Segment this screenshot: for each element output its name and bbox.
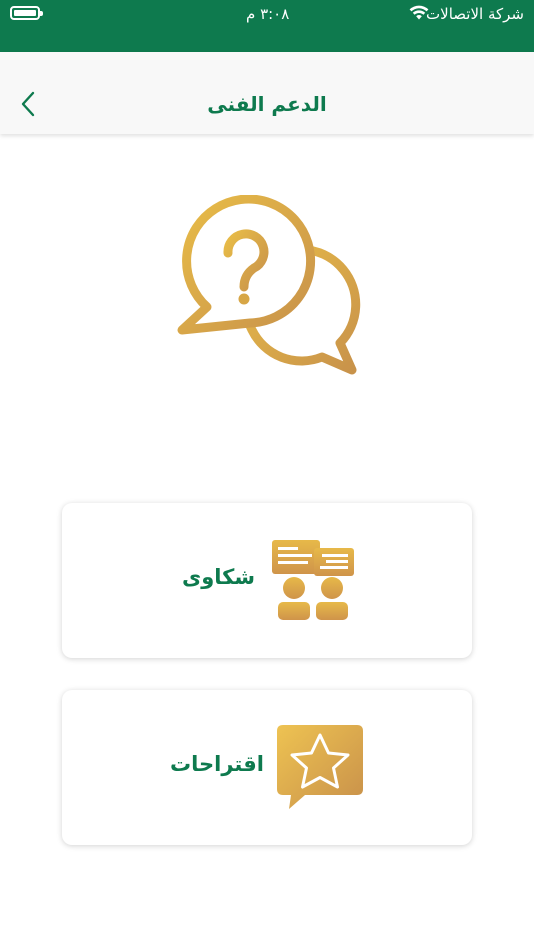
complaints-people-chat-icon — [272, 540, 354, 620]
question-chat-bubbles-icon — [177, 195, 361, 375]
star-speech-bubble-icon — [277, 725, 363, 809]
suggestions-card[interactable]: اقتراحات — [62, 690, 472, 845]
complaints-card[interactable]: شكاوى — [62, 503, 472, 658]
suggestions-label: اقتراحات — [170, 752, 264, 776]
battery-icon — [10, 6, 43, 20]
carrier-name: شركة الاتصالات — [426, 5, 524, 23]
complaints-label: شكاوى — [182, 565, 256, 589]
status-bar: شركة الاتصالات ٣:٠٨ م — [0, 0, 534, 52]
status-time: ٣:٠٨ م — [246, 5, 290, 23]
page-title: الدعم الفنى — [207, 92, 327, 116]
navigation-bar: الدعم الفنى — [0, 52, 534, 134]
wifi-icon — [409, 5, 429, 20]
